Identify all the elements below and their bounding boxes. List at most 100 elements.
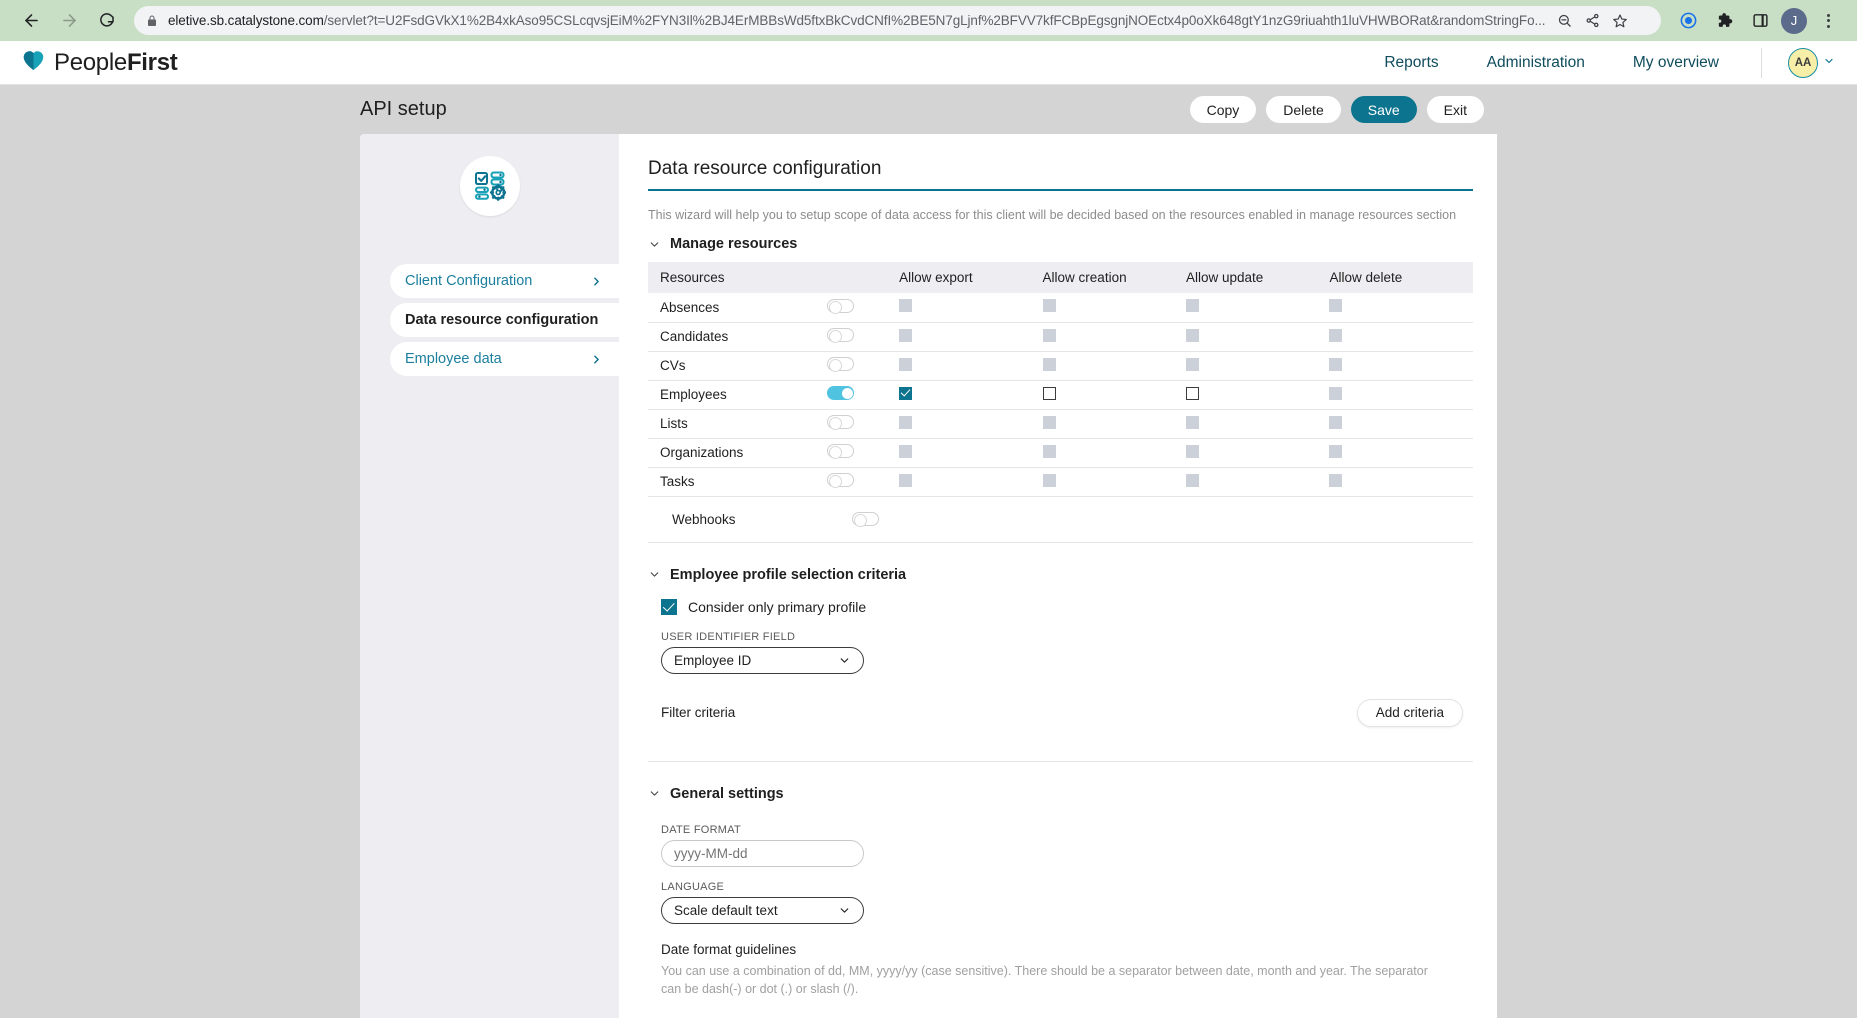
date-format-field-wrap [648, 839, 1473, 867]
sidebar-item-client-configuration[interactable]: Client Configuration [390, 264, 619, 298]
nav-item-reports[interactable]: Reports [1360, 54, 1462, 72]
address-bar[interactable]: eletive.sb.catalystone.com/servlet?t=U2F… [134, 6, 1661, 35]
main-panel: Data resource configuration This wizard … [619, 134, 1497, 1018]
section-profile-criteria-header[interactable]: Employee profile selection criteria [648, 567, 1473, 583]
resource-toggle[interactable] [827, 386, 855, 400]
nav-item-administration[interactable]: Administration [1463, 54, 1609, 72]
resource-toggle[interactable] [827, 298, 855, 314]
allow-export-checkbox [899, 328, 913, 342]
app-logo[interactable]: PeopleFirst [22, 48, 178, 77]
column-header-allow-delete: Allow delete [1329, 262, 1473, 293]
allow-creation-checkbox[interactable] [1042, 386, 1056, 400]
resource-toggle[interactable] [827, 444, 855, 459]
add-criteria-button[interactable]: Add criteria [1356, 698, 1463, 727]
page-body: Client Configuration Data resource confi… [0, 134, 1857, 1018]
language-field-wrap: Scale default text [648, 896, 1473, 924]
resource-name-cell: Absences [648, 293, 828, 323]
resource-toggle[interactable] [827, 328, 855, 343]
sidebar-item-data-resource-configuration[interactable]: Data resource configuration [390, 303, 619, 337]
share-icon[interactable] [1579, 8, 1605, 34]
allow-export-cell [899, 409, 1043, 439]
language-select[interactable]: Scale default text [661, 896, 864, 924]
table-header-row: Resources Allow export Allow creation Al… [648, 262, 1473, 293]
allow-update-checkbox[interactable] [1186, 386, 1200, 400]
chevron-down-icon [838, 904, 851, 917]
resource-enable-cell [827, 293, 900, 323]
extension-badge-icon[interactable] [1673, 6, 1703, 36]
copy-button[interactable]: Copy [1189, 96, 1257, 123]
allow-export-cell [899, 351, 1043, 381]
lock-icon [146, 15, 158, 27]
allow-update-cell [1186, 380, 1330, 410]
forward-arrow-icon[interactable] [52, 4, 86, 38]
section-general-settings: General settings DATE FORMAT LANGUAGE Sc… [648, 762, 1473, 1018]
allow-delete-checkbox [1329, 386, 1343, 400]
table-row: CVs [648, 351, 1473, 381]
resource-toggle[interactable] [827, 473, 855, 488]
heart-icon [22, 50, 45, 76]
date-format-guidelines: Date format guidelines You can use a com… [648, 924, 1473, 998]
allow-creation-checkbox [1042, 299, 1056, 313]
date-format-input[interactable] [661, 839, 864, 867]
avatar: AA [1788, 47, 1818, 78]
resource-enable-cell [827, 322, 900, 352]
app-logo-text: PeopleFirst [54, 48, 178, 77]
section-general-settings-header[interactable]: General settings [648, 786, 1473, 802]
kebab-menu-icon[interactable] [1813, 6, 1843, 36]
exit-button[interactable]: Exit [1426, 96, 1484, 123]
column-header-allow-export: Allow export [899, 262, 1043, 293]
sidebar-item-employee-data[interactable]: Employee data [390, 342, 619, 376]
allow-delete-checkbox [1329, 357, 1343, 371]
save-button[interactable]: Save [1350, 96, 1417, 123]
allow-delete-cell [1329, 409, 1473, 439]
user-identifier-value: Employee ID [674, 652, 752, 668]
logo-word-light: People [54, 48, 127, 76]
webhooks-row: Webhooks [648, 497, 1473, 543]
browser-profile-avatar[interactable]: J [1781, 7, 1807, 34]
allow-creation-checkbox [1042, 357, 1056, 371]
allow-update-cell [1186, 351, 1330, 381]
back-arrow-icon[interactable] [14, 4, 48, 38]
allow-delete-cell [1329, 380, 1473, 410]
allow-export-checkbox[interactable] [899, 386, 913, 400]
user-menu[interactable]: AA [1761, 47, 1835, 78]
wizard-note: This wizard will help you to setup scope… [648, 208, 1457, 222]
webhooks-toggle[interactable] [851, 512, 879, 527]
allow-creation-checkbox [1042, 415, 1056, 429]
panel-title: Data resource configuration [648, 158, 882, 179]
reload-icon[interactable] [90, 4, 124, 38]
allow-delete-cell [1329, 322, 1473, 352]
allow-creation-checkbox [1042, 473, 1056, 487]
allow-export-checkbox [899, 299, 913, 313]
section-manage-resources-header[interactable]: Manage resources [648, 236, 1473, 252]
resource-toggle[interactable] [827, 357, 855, 372]
side-panel-icon[interactable] [1745, 6, 1775, 36]
resource-name-cell: Lists [648, 409, 828, 439]
puzzle-icon[interactable] [1709, 6, 1739, 36]
allow-export-cell [899, 293, 1043, 323]
user-identifier-select[interactable]: Employee ID [661, 646, 864, 674]
primary-profile-checkbox[interactable] [661, 598, 677, 615]
allow-delete-cell [1329, 351, 1473, 381]
allow-update-checkbox [1186, 299, 1200, 313]
resource-name-cell: Candidates [648, 322, 828, 352]
star-icon[interactable] [1607, 8, 1633, 34]
section-label: Employee profile selection criteria [670, 566, 907, 583]
allow-export-checkbox [899, 473, 913, 487]
allow-creation-cell [1042, 293, 1187, 323]
delete-button[interactable]: Delete [1266, 96, 1341, 123]
allow-update-cell [1186, 409, 1330, 439]
column-header-allow-creation: Allow creation [1042, 262, 1187, 293]
sidebar-item-label: Data resource configuration [405, 312, 599, 328]
resource-toggle[interactable] [827, 415, 855, 430]
chevron-down-icon [648, 238, 661, 251]
allow-export-cell [899, 467, 1043, 497]
allow-creation-cell [1042, 380, 1187, 410]
zoom-out-icon[interactable] [1551, 8, 1577, 34]
section-profile-criteria: Employee profile selection criteria Cons… [648, 543, 1473, 762]
allow-creation-checkbox [1042, 328, 1056, 342]
nav-item-my-overview[interactable]: My overview [1609, 54, 1743, 72]
resource-enable-cell [827, 409, 900, 439]
resource-enable-cell [827, 380, 900, 410]
table-row: Lists [648, 409, 1473, 439]
